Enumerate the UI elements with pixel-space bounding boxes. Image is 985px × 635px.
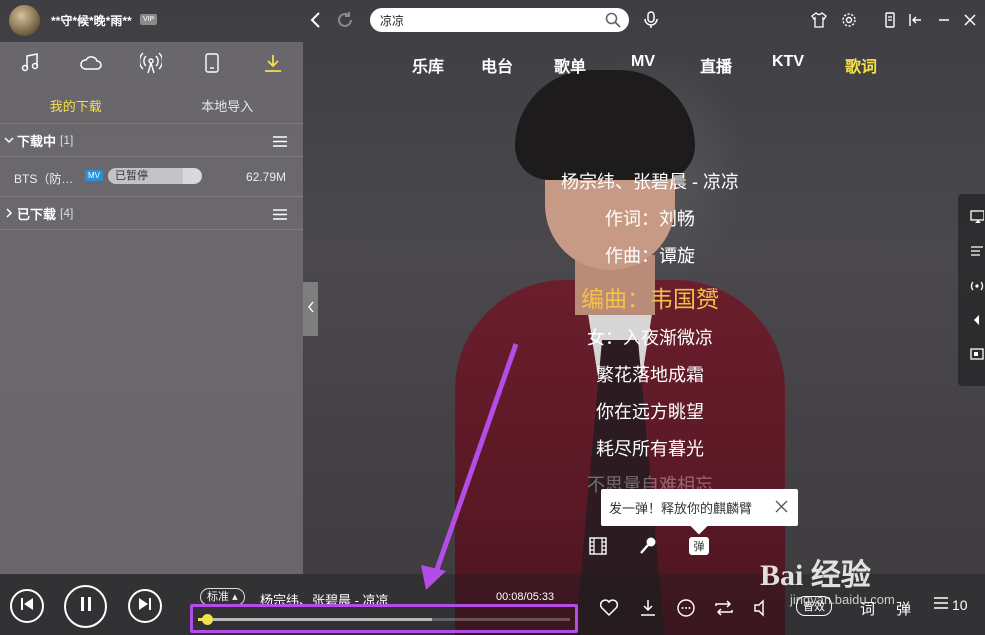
settings-icon[interactable] [839,10,859,30]
list-item[interactable]: BTS（防… MV 已暂停 62.79M [0,157,303,197]
download-icon[interactable] [637,597,659,619]
lyric-line: 女：入夜渐微凉 [587,328,713,348]
chevron-left-icon [307,300,315,318]
lyric-line: 你在远方眺望 [596,402,704,422]
chevron-right-icon [4,206,14,221]
mv-window-icon[interactable] [968,345,985,362]
download-name: BTS（防… [14,172,74,186]
watermark: Bai 经验 jingyan.baidu.com [760,548,950,610]
lyric-line-current: 编曲：韦国赟 [581,286,719,312]
tab-download[interactable] [242,42,303,88]
more-icon[interactable] [675,597,697,619]
radio-icon [139,51,164,79]
tab-mv[interactable]: MV [606,53,680,77]
tab-cloud[interactable] [61,42,122,88]
tab-ktv[interactable]: KTV [752,53,824,77]
cloud-icon [79,54,103,77]
avatar[interactable] [9,5,40,36]
sidebar: 我的下载 本地导入 下载中 [1] BTS（防… MV 已暂停 62.79M 已… [0,42,303,574]
tab-device[interactable] [182,42,243,88]
sidebar-collapse-handle[interactable] [303,282,318,336]
caret-up-icon: ▴ [232,591,238,603]
skin-icon[interactable] [809,10,829,30]
pause-icon [79,596,93,617]
playlist-icon[interactable] [968,242,985,259]
close-icon[interactable] [775,500,788,516]
download-progress: 已暂停 [108,168,202,184]
tab-my-downloads[interactable]: 我的下载 [0,88,152,123]
main-nav: 乐库 电台 歌单 MV 直播 KTV 歌词 [396,53,898,77]
search-input[interactable] [380,13,580,27]
downloaded-section-header[interactable]: 已下载 [4] [0,197,303,230]
tab-lyrics[interactable]: 歌词 [824,53,898,77]
music-icon [20,52,40,78]
collapse-icon[interactable] [906,10,926,30]
film-icon[interactable] [587,535,609,557]
device-icon [204,52,220,78]
download-subtabs: 我的下载 本地导入 [0,88,303,124]
search-box [370,8,629,32]
heart-icon[interactable] [598,597,620,619]
menu-icon[interactable] [273,135,287,150]
downloading-section-header[interactable]: 下载中 [1] [0,124,303,157]
mv-badge: MV [85,170,103,181]
pause-button[interactable] [64,585,107,628]
lyric-line: 繁花落地成霜 [596,365,704,385]
chevron-down-icon [4,133,14,148]
minimize-icon[interactable] [934,10,954,30]
tab-playlists[interactable]: 歌单 [534,53,606,77]
sidebar-tabs [0,42,303,88]
close-icon[interactable] [960,10,980,30]
title-bar: **守*候*晚*雨** VIP [0,0,985,42]
voice-search-icon[interactable] [640,9,662,31]
tab-music[interactable] [0,42,61,88]
tab-local-import[interactable]: 本地导入 [152,88,304,123]
broadcast-icon[interactable] [968,277,985,294]
watermark-url: jingyan.baidu.com [790,592,895,607]
mini-mode-icon[interactable] [880,10,900,30]
download-size: 62.79M [245,170,286,184]
danmu-icon: 弹 [689,537,709,555]
download-status: 已暂停 [115,170,148,182]
annotation-highlight-box [190,604,578,633]
tooltip-text: 发一弹！释放你的麒麟臂 [609,501,753,516]
menu-icon[interactable] [273,208,287,223]
back-icon[interactable] [304,9,326,31]
next-icon [138,597,152,616]
repeat-icon[interactable] [713,597,735,619]
danmu-tooltip: 发一弹！释放你的麒麟臂 [601,489,798,535]
tab-radio[interactable] [121,42,182,88]
tab-library[interactable]: 乐库 [396,53,460,77]
microphone-icon[interactable] [637,535,659,557]
playback-time: 00:08/05:33 [496,591,555,603]
search-icon[interactable] [605,12,621,31]
danmu-button[interactable]: 弹 [688,535,710,557]
playlist-count: 10 [952,596,968,613]
expand-left-icon[interactable] [968,311,985,328]
lyric-line: 杨宗纬、张碧晨 - 凉凉 [561,172,739,192]
tab-live[interactable]: 直播 [680,53,752,77]
refresh-icon[interactable] [334,9,356,31]
next-button[interactable] [128,589,162,623]
username[interactable]: **守*候*晚*雨** [51,12,132,29]
tab-radio-station[interactable]: 电台 [460,53,534,77]
watermark-logo: Bai 经验 [760,559,871,592]
section-title: 已下载 [17,206,57,222]
previous-button[interactable] [10,589,44,623]
previous-icon [20,597,34,616]
screen-cast-icon[interactable] [968,208,985,225]
download-icon [263,53,283,78]
section-title: 下载中 [17,133,57,149]
vip-badge: VIP [140,14,158,25]
section-count: [4] [60,206,74,220]
section-count: [1] [60,133,74,147]
right-tool-rail [958,194,985,386]
lyric-line: 耗尽所有暮光 [596,439,704,459]
lyric-line: 作词：刘畅 [605,209,695,229]
quality-label: 标准 [207,591,229,603]
lyric-line: 作曲：谭旋 [605,246,695,266]
